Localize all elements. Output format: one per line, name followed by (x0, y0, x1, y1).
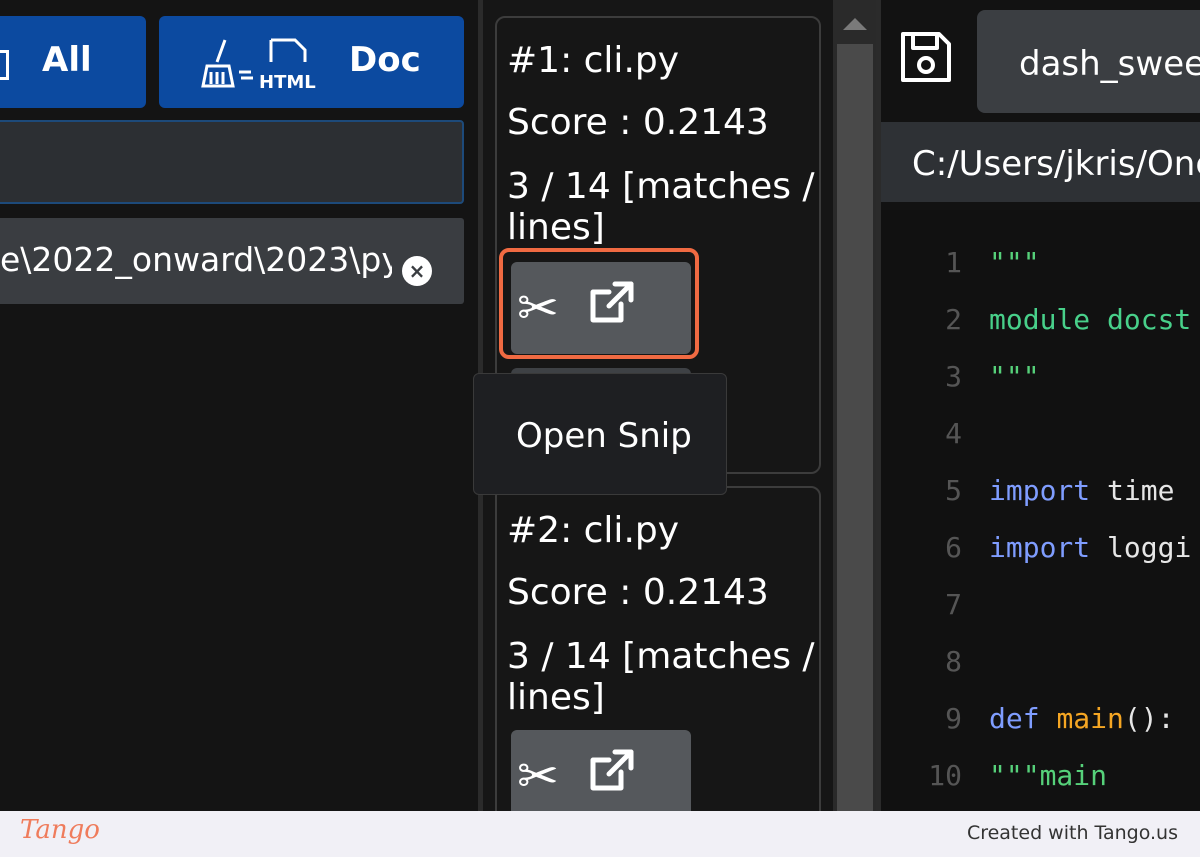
code-text: def main(): (989, 702, 1175, 735)
line-number: 8 (945, 645, 962, 678)
code-line: 3 """ (881, 360, 1200, 400)
result-card: #2: cli.py Score : 0.2143 3 / 14 [matche… (495, 486, 821, 811)
footer: Tango Created with Tango.us (0, 811, 1200, 857)
html-icon-text: HTML (259, 72, 316, 92)
code-text: module docst (989, 303, 1192, 336)
all-button[interactable]: All (0, 16, 146, 108)
line-number: 1 (945, 246, 962, 279)
result-title: #1: cli.py (507, 40, 680, 81)
footer-credit: Created with Tango.us (966, 822, 1178, 844)
file-tab-label: dash_sweet (1019, 44, 1200, 84)
code-line: 10 """main (881, 759, 1200, 799)
tooltip: Open Snip (473, 373, 727, 495)
result-title: #2: cli.py (507, 510, 680, 551)
clean-html-icon: HTML (199, 36, 319, 101)
open-snip-button[interactable]: ✂ (511, 730, 691, 811)
code-line: 7 (881, 588, 1200, 628)
scroll-up-icon[interactable] (843, 18, 867, 30)
results-scrollbar[interactable] (833, 0, 876, 811)
search-panel: All HTML Doc e\2022_onward\2023\pyt × (0, 0, 478, 811)
code-line: 4 (881, 417, 1200, 457)
code-line: 6 import loggi (881, 531, 1200, 571)
code-viewer: dash_sweet C:/Users/jkris/One 1 """ 2 modul… (881, 0, 1200, 811)
doc-button-label: Doc (349, 40, 421, 80)
close-icon[interactable]: × (402, 256, 432, 286)
search-input[interactable] (0, 120, 464, 204)
external-link-icon (585, 744, 641, 804)
result-score: Score : 0.2143 (507, 572, 769, 613)
code-line: 8 (881, 645, 1200, 685)
code-line: 1 """ (881, 246, 1200, 286)
file-path-text: C:/Users/jkris/One (912, 144, 1200, 184)
line-number: 5 (945, 474, 962, 507)
code-line: 5 import time (881, 474, 1200, 514)
line-number: 9 (945, 702, 962, 735)
code-text: import time (989, 474, 1175, 507)
code-line: 2 module docst (881, 303, 1200, 343)
path-tag-label: e\2022_onward\2023\pyt (0, 240, 392, 279)
result-matches: 3 / 14 [matches / lines] (507, 166, 815, 248)
line-number: 6 (945, 531, 962, 564)
app-window: All HTML Doc e\2022_onward\2023\pyt × #1… (0, 0, 1200, 811)
tango-logo: Tango (20, 815, 100, 845)
result-matches: 3 / 14 [matches / lines] (507, 636, 815, 718)
line-number: 10 (928, 759, 962, 792)
code-line: 9 def main(): (881, 702, 1200, 742)
line-number: 4 (945, 417, 962, 450)
line-number: 7 (945, 588, 962, 621)
line-number: 2 (945, 303, 962, 336)
line-number: 3 (945, 360, 962, 393)
doc-button[interactable]: HTML Doc (159, 16, 464, 108)
code-text: import loggi (989, 531, 1192, 564)
path-tag[interactable]: e\2022_onward\2023\pyt × (0, 218, 464, 304)
document-icon (0, 50, 9, 80)
file-tab[interactable]: dash_sweet (977, 10, 1200, 113)
code-text: """ (989, 360, 1040, 393)
scrollbar-thumb[interactable] (837, 44, 873, 811)
code-text: """main (989, 759, 1108, 792)
code-text: """ (989, 246, 1040, 279)
click-highlight (499, 248, 699, 359)
file-path: C:/Users/jkris/One (881, 122, 1200, 202)
tooltip-text: Open Snip (516, 416, 692, 456)
code-area[interactable]: 1 """ 2 module docst 3 """ 4 5 import time 6 impor… (881, 210, 1200, 811)
scissors-icon: ✂ (517, 747, 559, 805)
result-score: Score : 0.2143 (507, 102, 769, 143)
all-button-label: All (42, 40, 92, 80)
save-icon[interactable] (899, 30, 953, 88)
